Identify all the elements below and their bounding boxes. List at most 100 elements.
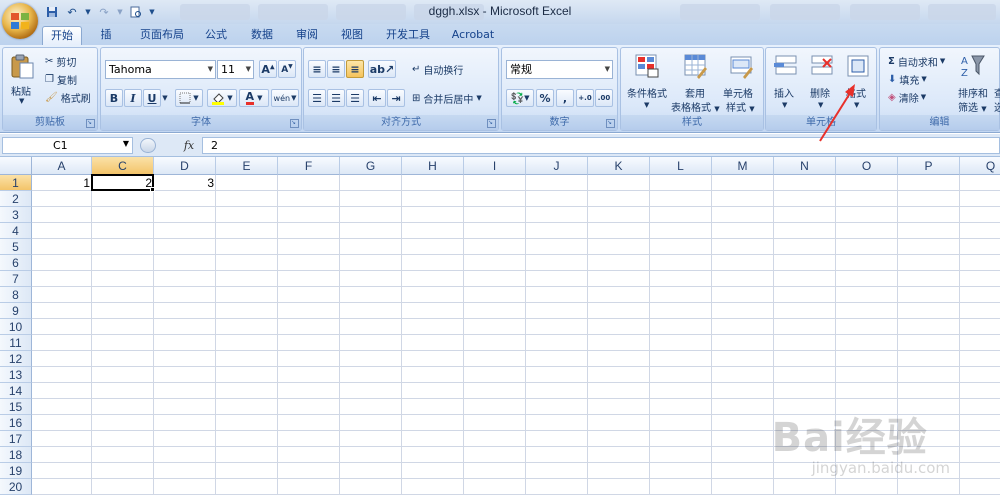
insert-cells-button[interactable]: 插入 ▼ (768, 51, 804, 115)
tab-acrobat[interactable]: Acrobat (442, 26, 504, 46)
formula-buttons: fx (140, 137, 200, 154)
percent-icon: % (539, 91, 551, 105)
align-top-button[interactable]: ≡ (308, 60, 326, 78)
number-dialog-launcher-icon[interactable]: ↘ (606, 119, 615, 128)
paste-button[interactable]: 粘贴 ▼ (7, 51, 37, 111)
clear-label: 清除 (898, 93, 919, 105)
office-logo-icon (11, 13, 29, 29)
format-painter-button[interactable]: 🖌 格式刷 (45, 88, 91, 106)
font-color-button[interactable]: A ▼ (239, 89, 269, 107)
increase-indent-button[interactable]: ⇥ (387, 89, 405, 107)
borders-button[interactable]: ▼ (175, 89, 203, 107)
name-box[interactable]: C1 ▼ (2, 137, 133, 154)
delete-cells-button[interactable]: 删除 ▼ (804, 51, 840, 115)
orientation-icon: ab↗ (369, 62, 395, 76)
autosum-button[interactable]: Σ 自动求和 ▼ (888, 52, 945, 70)
comma-icon: , (562, 91, 568, 105)
font-group-label: 字体 (101, 115, 301, 130)
alignment-group: ≡ ≡ ≡ ab↗ ☰ ☰ ☰ ⇤ ⇥ ↵ 自动换行 ⊞ 合并后居中 ▼ 对齐方… (303, 47, 499, 131)
underline-button[interactable]: U (143, 89, 161, 107)
increase-decimal-icon: +.0 (578, 94, 592, 102)
fill-button[interactable]: ⬇ 填充 ▼ (888, 70, 927, 88)
delete-cells-label: 删除 (810, 89, 830, 100)
bold-icon: B (109, 91, 119, 105)
orientation-button[interactable]: ab↗ (368, 60, 396, 78)
align-bottom-button[interactable]: ≡ (346, 60, 364, 78)
sort-filter-label-2: 筛选 ▼ (958, 103, 987, 114)
font-size-combo[interactable]: 11 ▼ (217, 60, 254, 79)
fill-label: 填充 (899, 75, 920, 87)
insert-function-button[interactable]: fx (180, 137, 198, 154)
align-left-icon: ☰ (312, 91, 322, 105)
formula-input[interactable]: 2 (202, 137, 1000, 154)
clipboard-group: 粘贴 ▼ ✂ 剪切 ❐ 复制 🖌 格式刷 剪贴板 ↘ (2, 47, 98, 131)
alignment-dialog-launcher-icon[interactable]: ↘ (487, 119, 496, 128)
grow-font-button[interactable]: A▲ (259, 60, 277, 78)
align-center-button[interactable]: ☰ (327, 89, 345, 107)
tab-developer[interactable]: 开发工具 (377, 26, 439, 46)
cell-d1[interactable]: 3 (154, 175, 216, 191)
merge-center-button[interactable]: ⊞ 合并后居中 ▼ (412, 89, 482, 107)
tab-insert[interactable]: 插入 (88, 26, 124, 59)
font-dialog-launcher-icon[interactable]: ↘ (290, 119, 299, 128)
tab-view[interactable]: 视图 (332, 26, 372, 46)
styles-group: 条件格式 ▼ 套用 表格格式 ▼ 单元格 样式 ▼ 样式 (620, 47, 764, 131)
format-painter-label: 格式刷 (60, 93, 91, 105)
fill-handle[interactable] (150, 187, 155, 192)
chevron-down-icon: ▼ (476, 94, 482, 102)
tab-data[interactable]: 数据 (242, 26, 282, 46)
font-color-icon: A (245, 89, 255, 105)
underline-dropdown-icon[interactable]: ▼ (161, 89, 169, 107)
chevron-down-icon: ▼ (245, 65, 251, 73)
number-format-combo[interactable]: 常规 ▼ (506, 60, 613, 79)
align-right-button[interactable]: ☰ (346, 89, 364, 107)
clipboard-dialog-launcher-icon[interactable]: ↘ (86, 119, 95, 128)
format-cells-button[interactable]: 格式 ▼ (840, 51, 876, 115)
fill-color-button[interactable]: ▼ (207, 89, 237, 107)
title-bar: ↶ ▼ ↷ ▼ ▼ dggh.xlsx - Microsoft Excel (0, 0, 1000, 24)
align-left-button[interactable]: ☰ (308, 89, 326, 107)
office-button[interactable] (2, 3, 38, 39)
find-select-button[interactable]: 查 选 (992, 51, 1000, 115)
font-name-value: Tahoma (109, 63, 152, 76)
tab-formulas[interactable]: 公式 (196, 26, 236, 46)
phonetic-button[interactable]: wén ▼ (271, 89, 299, 107)
percent-button[interactable]: % (536, 89, 554, 107)
copy-button[interactable]: ❐ 复制 (45, 70, 77, 88)
tab-page-layout[interactable]: 页面布局 (132, 26, 192, 46)
align-bottom-icon: ≡ (350, 62, 360, 76)
conditional-formatting-button[interactable]: 条件格式 ▼ (623, 51, 671, 115)
cancel-entry-icon[interactable] (140, 138, 156, 153)
format-as-table-button[interactable]: 套用 表格格式 ▼ (671, 51, 721, 115)
font-name-combo[interactable]: Tahoma ▼ (105, 60, 216, 79)
borders-icon (179, 92, 191, 104)
align-middle-button[interactable]: ≡ (327, 60, 345, 78)
tab-home[interactable]: 开始 (42, 26, 82, 46)
shrink-font-button[interactable]: A▼ (278, 60, 296, 78)
chevron-down-icon: ▼ (122, 139, 129, 148)
chevron-down-icon: ▼ (207, 65, 213, 73)
ribbon: 粘贴 ▼ ✂ 剪切 ❐ 复制 🖌 格式刷 剪贴板 ↘ Tahoma ▼ 11 ▼… (0, 45, 1000, 133)
insert-cells-icon (774, 55, 797, 75)
italic-button[interactable]: I (124, 89, 142, 107)
accounting-format-button[interactable]: 💱 ▼ (506, 89, 534, 107)
cell-styles-button[interactable]: 单元格 样式 ▼ (721, 51, 763, 115)
copy-icon: ❐ (45, 73, 54, 85)
find-select-label-1: 查 (994, 89, 1000, 100)
sort-filter-button[interactable]: A Z 排序和 筛选 ▼ (954, 51, 992, 115)
bold-button[interactable]: B (105, 89, 123, 107)
worksheet-grid[interactable]: ACDEFGHIJKLMNOPQ 1 2 3 4 5 6 7 8 9 10 11 12 13 14 15 16… (0, 157, 1000, 495)
clear-button[interactable]: ◈ 清除 ▼ (888, 88, 926, 106)
tab-review[interactable]: 审阅 (287, 26, 327, 46)
comma-style-button[interactable]: , (556, 89, 574, 107)
increase-decimal-button[interactable]: +.0 (576, 89, 594, 107)
insert-cells-label: 插入 (774, 89, 794, 100)
number-group-label: 数字 (502, 115, 617, 130)
cell-a1[interactable]: 1 (32, 175, 92, 191)
decrease-decimal-button[interactable]: .00 (595, 89, 613, 107)
cut-button[interactable]: ✂ 剪切 (45, 52, 76, 70)
fill-color-icon (212, 93, 225, 105)
svg-text:Z: Z (961, 68, 968, 79)
decrease-indent-button[interactable]: ⇤ (368, 89, 386, 107)
wrap-text-button[interactable]: ↵ 自动换行 (412, 60, 463, 78)
